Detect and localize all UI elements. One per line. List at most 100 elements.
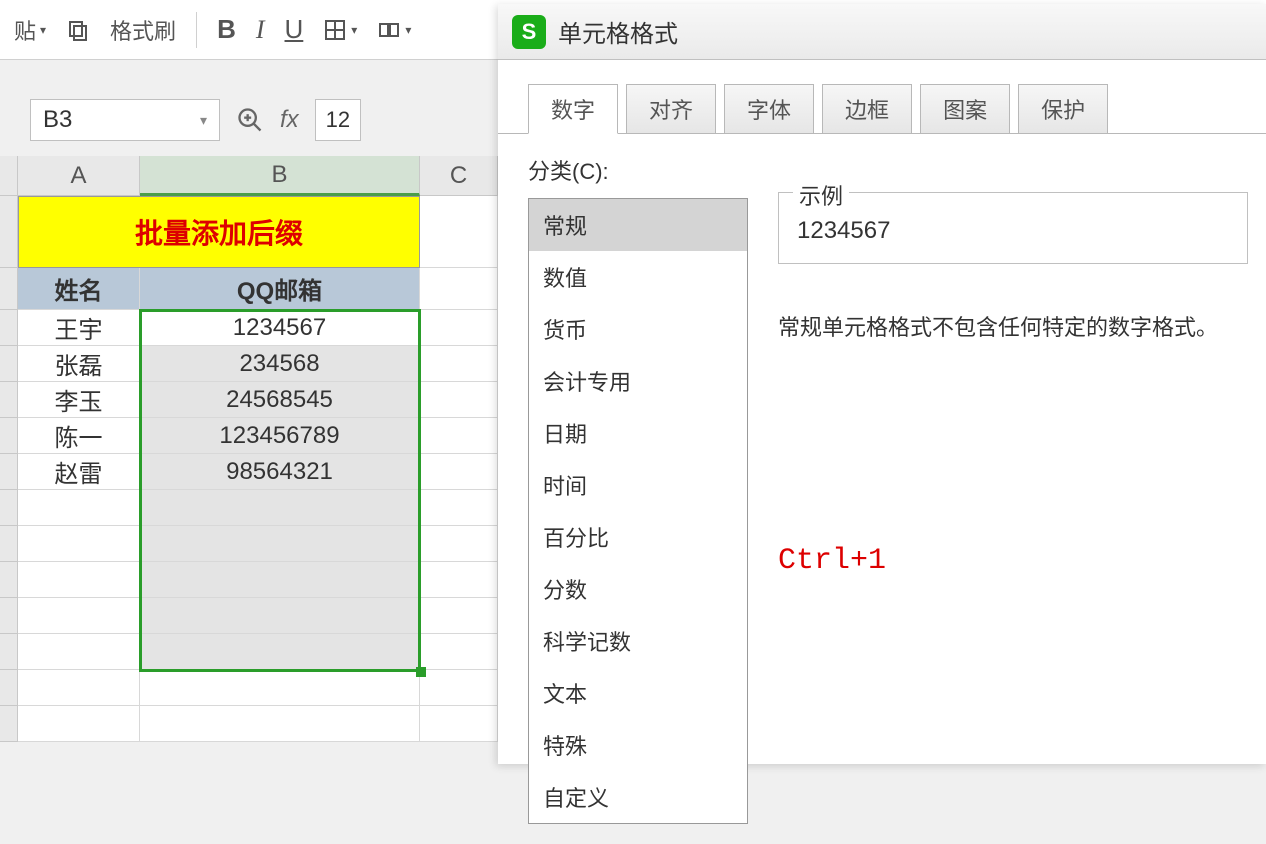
title-cell[interactable]: 批量添加后缀 (18, 196, 420, 268)
dialog-tabs: 数字 对齐 字体 边框 图案 保护 (498, 60, 1266, 134)
name-box[interactable]: B3 ▾ (30, 99, 220, 141)
dropdown-icon: ▾ (40, 23, 46, 37)
border-button[interactable]: ▾ (317, 10, 363, 50)
cell[interactable] (140, 490, 420, 526)
category-time[interactable]: 时间 (529, 459, 747, 511)
tab-border[interactable]: 边框 (822, 84, 912, 134)
row-header[interactable] (0, 634, 18, 670)
name-box-value: B3 (43, 106, 72, 134)
selection-handle[interactable] (416, 667, 426, 677)
column-header-c[interactable]: C (420, 156, 498, 196)
underline-button[interactable]: U (279, 10, 310, 50)
row-header[interactable] (0, 382, 18, 418)
tab-font[interactable]: 字体 (724, 84, 814, 134)
cell-name[interactable]: 李玉 (18, 382, 140, 418)
cell-name[interactable]: 王宇 (18, 310, 140, 346)
cell[interactable] (420, 418, 498, 454)
category-text[interactable]: 文本 (529, 667, 747, 719)
cell[interactable] (18, 598, 140, 634)
row-header[interactable] (0, 706, 18, 742)
cell[interactable] (18, 526, 140, 562)
cell[interactable] (140, 670, 420, 706)
bold-button[interactable]: B (211, 10, 242, 50)
category-currency[interactable]: 货币 (529, 303, 747, 355)
category-number[interactable]: 数值 (529, 251, 747, 303)
column-header-a[interactable]: A (18, 156, 140, 196)
italic-button[interactable]: I (250, 10, 271, 50)
cell[interactable] (18, 490, 140, 526)
category-general[interactable]: 常规 (529, 199, 747, 251)
cell[interactable] (420, 670, 498, 706)
cell[interactable] (18, 670, 140, 706)
cell-qq[interactable]: 1234567 (140, 310, 420, 346)
cell-name[interactable]: 张磊 (18, 346, 140, 382)
category-scientific[interactable]: 科学记数 (529, 615, 747, 667)
row-header[interactable] (0, 598, 18, 634)
column-headers: A B C (0, 156, 498, 196)
formula-input[interactable]: 12 (315, 99, 361, 141)
cell-name[interactable]: 陈一 (18, 418, 140, 454)
category-list[interactable]: 常规 数值 货币 会计专用 日期 时间 百分比 分数 科学记数 文本 特殊 自定… (528, 198, 748, 824)
category-fraction[interactable]: 分数 (529, 563, 747, 615)
row-header[interactable] (0, 418, 18, 454)
dialog-titlebar[interactable]: S 单元格格式 (498, 4, 1266, 60)
cell[interactable] (420, 490, 498, 526)
fx-label[interactable]: fx (280, 106, 299, 134)
zoom-icon[interactable] (236, 106, 264, 134)
cell[interactable] (420, 598, 498, 634)
cell[interactable] (18, 634, 140, 670)
tab-align[interactable]: 对齐 (626, 84, 716, 134)
header-name[interactable]: 姓名 (18, 268, 140, 310)
cell-qq[interactable]: 98564321 (140, 454, 420, 490)
row-header[interactable] (0, 346, 18, 382)
row-header[interactable] (0, 268, 18, 310)
cell[interactable] (140, 634, 420, 670)
row-header[interactable] (0, 670, 18, 706)
row-header[interactable] (0, 562, 18, 598)
copy-icon (66, 18, 90, 42)
merge-button[interactable]: ▾ (371, 10, 417, 50)
category-percentage[interactable]: 百分比 (529, 511, 747, 563)
cell[interactable] (140, 598, 420, 634)
cell[interactable] (420, 196, 498, 268)
tab-protect[interactable]: 保护 (1018, 84, 1108, 134)
cell[interactable] (18, 562, 140, 598)
cell[interactable] (140, 706, 420, 742)
cell[interactable] (420, 346, 498, 382)
tab-pattern[interactable]: 图案 (920, 84, 1010, 134)
category-date[interactable]: 日期 (529, 407, 747, 459)
column-header-b[interactable]: B (140, 156, 420, 196)
cell-qq[interactable]: 234568 (140, 346, 420, 382)
row-header[interactable] (0, 196, 18, 268)
cell-qq[interactable]: 123456789 (140, 418, 420, 454)
cell[interactable] (420, 526, 498, 562)
category-custom[interactable]: 自定义 (529, 771, 747, 823)
row-header[interactable] (0, 490, 18, 526)
cell[interactable] (420, 454, 498, 490)
cell[interactable] (18, 706, 140, 742)
cell[interactable] (420, 634, 498, 670)
row-header[interactable] (0, 454, 18, 490)
cell[interactable] (140, 562, 420, 598)
format-brush-button[interactable]: 格式刷 (104, 10, 182, 50)
cell-qq[interactable]: 24568545 (140, 382, 420, 418)
tab-number[interactable]: 数字 (528, 84, 618, 134)
example-box: 示例 1234567 (778, 192, 1248, 264)
header-qq[interactable]: QQ邮箱 (140, 268, 420, 310)
row-header[interactable] (0, 526, 18, 562)
cell-name[interactable]: 赵雷 (18, 454, 140, 490)
paste-button[interactable]: 贴 ▾ (8, 10, 52, 50)
cell[interactable] (420, 562, 498, 598)
row-header[interactable] (0, 310, 18, 346)
cell[interactable] (140, 526, 420, 562)
dialog-body: 分类(C): 常规 数值 货币 会计专用 日期 时间 百分比 分数 科学记数 文… (498, 133, 1266, 844)
cell[interactable] (420, 706, 498, 742)
cell[interactable] (420, 310, 498, 346)
select-all-corner[interactable] (0, 156, 18, 196)
category-accounting[interactable]: 会计专用 (529, 355, 747, 407)
cell[interactable] (420, 382, 498, 418)
example-value: 1234567 (797, 217, 1229, 245)
copy-button[interactable] (60, 10, 96, 50)
category-special[interactable]: 特殊 (529, 719, 747, 771)
cell[interactable] (420, 268, 498, 310)
